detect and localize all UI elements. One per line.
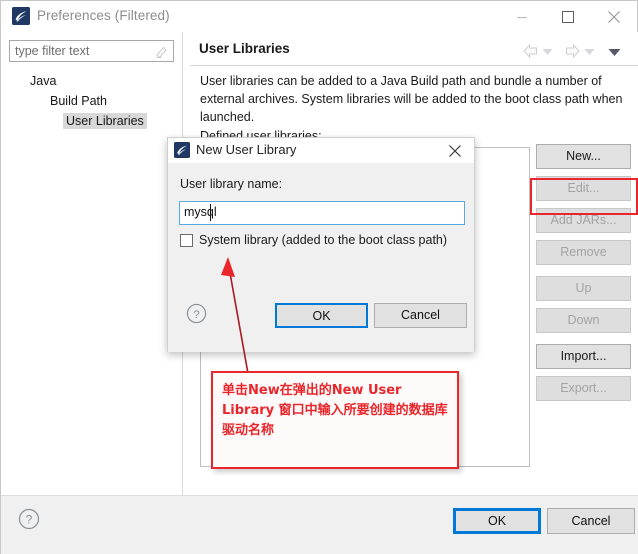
- library-name-label: User library name:: [180, 177, 283, 191]
- dialog-title: New User Library: [196, 142, 297, 157]
- dialog-footer: ? OK Cancel: [1, 495, 638, 554]
- dialog-titlebar: New User Library: [168, 138, 474, 163]
- library-name-input[interactable]: [184, 205, 454, 219]
- up-button: Up: [536, 276, 631, 301]
- dialog-cancel-button[interactable]: Cancel: [374, 303, 467, 328]
- system-library-checkbox[interactable]: [180, 234, 193, 247]
- content-title: User Libraries: [199, 41, 290, 56]
- new-user-library-dialog: New User Library User library name: Syst…: [167, 137, 475, 352]
- maximize-icon[interactable]: [545, 1, 591, 32]
- down-button: Down: [536, 308, 631, 333]
- import-button[interactable]: Import...: [536, 344, 631, 369]
- chevron-down-icon[interactable]: [542, 43, 555, 60]
- sidebar-item-java[interactable]: Java: [27, 73, 59, 89]
- eclipse-icon: [174, 142, 190, 158]
- close-icon[interactable]: [591, 1, 637, 32]
- sidebar-item-user-libraries[interactable]: User Libraries: [63, 113, 147, 129]
- annotation-text: 单击New在弹出的New User Library 窗口中输入所要创建的数据库驱…: [222, 383, 448, 438]
- settings-tree-pane: Java Build Path User Libraries: [1, 32, 183, 495]
- content-description: User libraries can be added to a Java Bu…: [200, 74, 623, 124]
- preferences-window: Preferences (Filtered) type filter text …: [0, 0, 638, 554]
- close-icon[interactable]: [436, 138, 474, 163]
- sidebar-item-build-path[interactable]: Build Path: [47, 93, 110, 109]
- view-menu-icon[interactable]: [608, 43, 623, 60]
- library-name-field[interactable]: [179, 201, 465, 225]
- minimize-icon[interactable]: [499, 1, 545, 32]
- dialog-body: User library name: System library (added…: [168, 163, 474, 352]
- forward-arrow-icon[interactable]: [564, 43, 581, 60]
- cancel-button[interactable]: Cancel: [547, 508, 635, 534]
- eclipse-icon: [12, 7, 30, 25]
- tree-item-label: Java: [30, 74, 57, 88]
- tree-item-label: Build Path: [50, 94, 107, 108]
- clear-filter-icon[interactable]: [154, 44, 169, 59]
- action-button-column: New... Edit... Add JARs... Remove Up Dow…: [536, 144, 631, 408]
- filter-text-input[interactable]: [15, 44, 145, 58]
- add-jars-button: Add JARs...: [536, 208, 631, 233]
- svg-text:?: ?: [193, 309, 199, 321]
- new-button[interactable]: New...: [536, 144, 631, 169]
- annotation-callout: 单击New在弹出的New User Library 窗口中输入所要创建的数据库驱…: [211, 371, 459, 469]
- text-caret: [210, 204, 211, 221]
- svg-text:?: ?: [26, 513, 33, 527]
- dialog-ok-button[interactable]: OK: [275, 303, 368, 328]
- help-icon[interactable]: ?: [18, 508, 40, 530]
- tree-item-label: User Libraries: [66, 114, 144, 128]
- page-title: Preferences (Filtered): [37, 8, 170, 23]
- edit-button: Edit...: [536, 176, 631, 201]
- ok-button[interactable]: OK: [453, 508, 541, 534]
- back-arrow-icon[interactable]: [522, 43, 539, 60]
- content-header: User Libraries: [190, 37, 638, 66]
- export-button: Export...: [536, 376, 631, 401]
- system-library-label: System library (added to the boot class …: [199, 233, 448, 247]
- remove-button: Remove: [536, 240, 631, 265]
- window-titlebar: Preferences (Filtered): [1, 1, 637, 32]
- help-icon[interactable]: ?: [186, 303, 207, 324]
- search-input[interactable]: [9, 40, 174, 62]
- chevron-down-icon[interactable]: [584, 43, 597, 60]
